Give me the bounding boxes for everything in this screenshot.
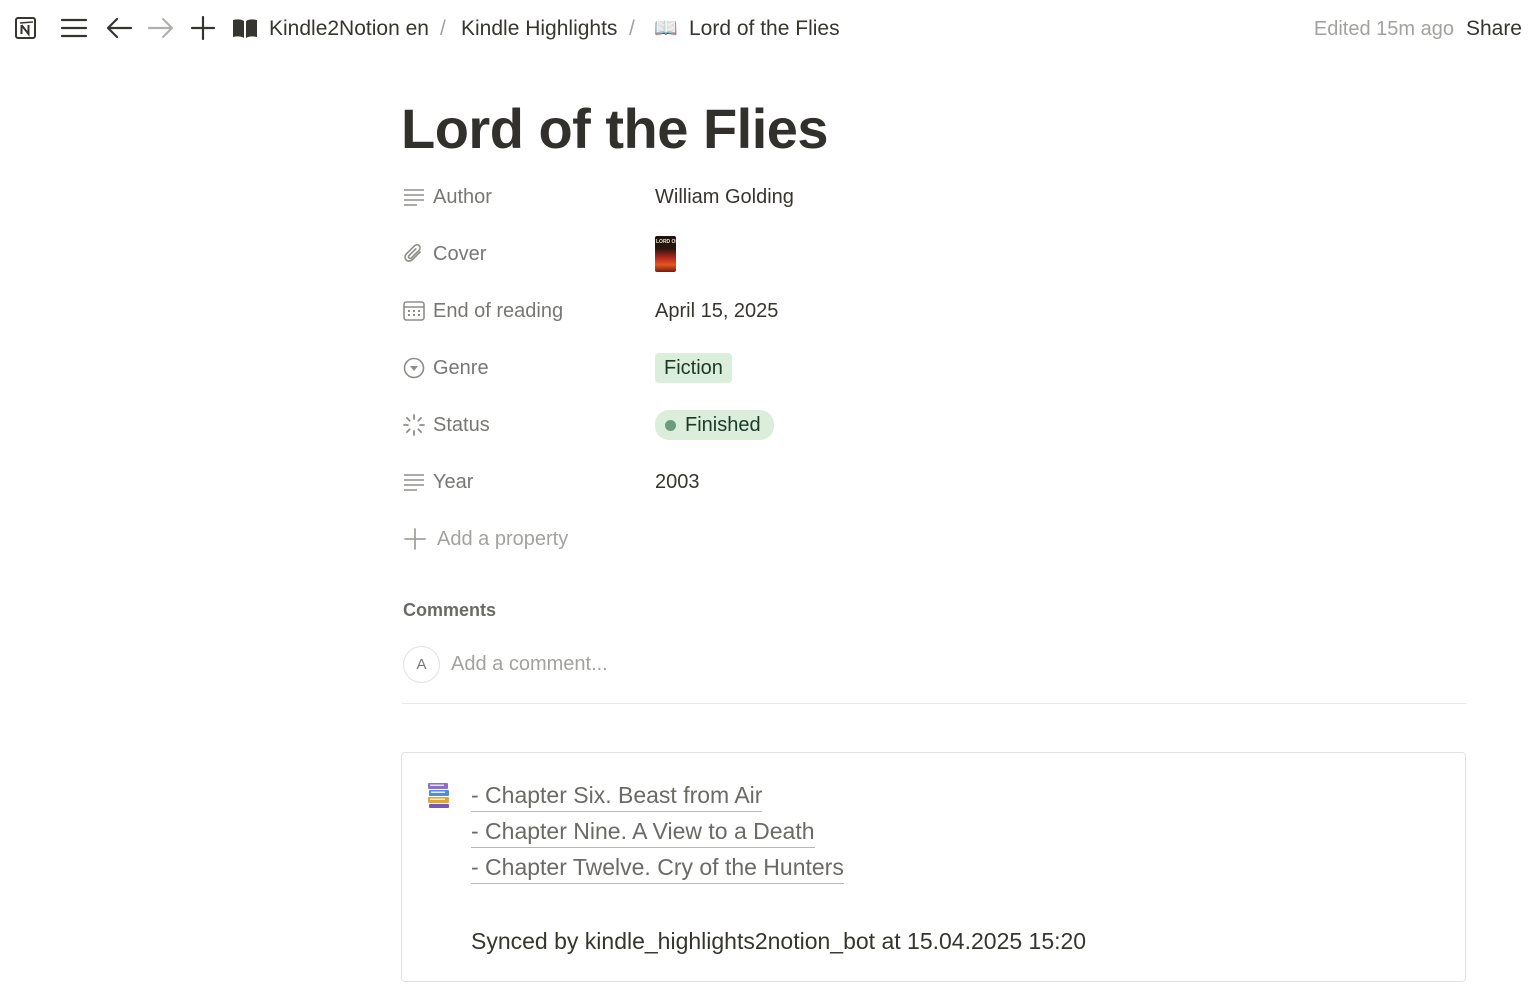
- property-value-year[interactable]: 2003: [655, 462, 700, 502]
- property-name-status[interactable]: Status: [401, 405, 655, 445]
- divider: [402, 703, 1466, 704]
- property-label: Cover: [433, 242, 487, 265]
- calendar-icon: [401, 298, 427, 324]
- plus-icon[interactable]: [189, 14, 217, 42]
- property-value-status[interactable]: Finished: [655, 405, 774, 445]
- add-property-label: Add a property: [437, 527, 569, 550]
- property-value-genre[interactable]: Fiction: [655, 348, 732, 388]
- property-row-end-of-reading: End of reading April 15, 2025: [401, 291, 1401, 331]
- property-row-cover: Cover LORD OF THE FLIES: [401, 234, 1401, 274]
- property-row-genre: Genre Fiction: [401, 348, 1401, 388]
- breadcrumb-workspace[interactable]: Kindle2Notion en: [269, 15, 429, 43]
- property-label: Author: [433, 185, 492, 208]
- add-property-button[interactable]: Add a property: [401, 522, 568, 556]
- status-label: Finished: [685, 414, 761, 436]
- open-book-icon: 📖: [654, 18, 678, 39]
- status-badge[interactable]: Finished: [655, 410, 774, 440]
- text-lines-icon: [401, 184, 427, 210]
- book-icon: [231, 14, 259, 42]
- chapter-list: - Chapter Six. Beast from Air - Chapter …: [471, 779, 844, 887]
- status-dot-icon: [665, 419, 676, 431]
- edited-timestamp: Edited 15m ago: [1313, 18, 1454, 40]
- back-arrow-icon[interactable]: [105, 14, 133, 42]
- status-spinner-icon: [401, 412, 427, 438]
- comment-input[interactable]: Add a comment...: [451, 653, 608, 676]
- property-name-end-of-reading[interactable]: End of reading: [401, 291, 655, 331]
- select-circle-icon: [401, 355, 427, 381]
- property-name-year[interactable]: Year: [401, 462, 655, 502]
- share-button[interactable]: Share: [1466, 15, 1522, 43]
- property-name-author[interactable]: Author: [401, 177, 655, 217]
- chapter-link[interactable]: - Chapter Nine. A View to a Death: [471, 815, 815, 848]
- property-value-author[interactable]: William Golding: [655, 177, 794, 217]
- books-stack-icon[interactable]: [426, 781, 452, 809]
- property-label: Status: [433, 413, 490, 436]
- cover-thumb-text: LORD OF THE FLIES: [656, 239, 676, 245]
- genre-tag[interactable]: Fiction: [655, 353, 732, 383]
- forward-arrow-icon[interactable]: [147, 14, 175, 42]
- book-cover-thumbnail[interactable]: LORD OF THE FLIES: [655, 236, 676, 272]
- page-title[interactable]: Lord of the Flies: [401, 94, 829, 164]
- avatar: A: [403, 645, 440, 683]
- breadcrumb-separator: /: [440, 17, 446, 40]
- breadcrumb-separator: /: [629, 17, 635, 40]
- notion-logo-icon[interactable]: [12, 14, 40, 42]
- text-lines-icon: [401, 469, 427, 495]
- chapter-link[interactable]: - Chapter Six. Beast from Air: [471, 779, 763, 812]
- property-label: Year: [433, 470, 474, 493]
- callout-block[interactable]: - Chapter Six. Beast from Air - Chapter …: [401, 752, 1466, 982]
- comments-heading: Comments: [403, 600, 497, 620]
- property-label: End of reading: [433, 299, 564, 322]
- plus-icon: [401, 525, 429, 553]
- menu-icon[interactable]: [60, 14, 88, 42]
- property-row-author: Author William Golding: [401, 177, 1401, 217]
- sync-status-text: Synced by kindle_highlights2notion_bot a…: [471, 928, 1087, 954]
- property-row-year: Year 2003: [401, 462, 1401, 502]
- chapter-link[interactable]: - Chapter Twelve. Cry of the Hunters: [471, 851, 844, 884]
- property-value-cover[interactable]: LORD OF THE FLIES: [655, 234, 676, 274]
- property-name-cover[interactable]: Cover: [401, 234, 655, 274]
- property-name-genre[interactable]: Genre: [401, 348, 655, 388]
- breadcrumb-current-page[interactable]: Lord of the Flies: [689, 15, 840, 43]
- property-value-end-of-reading[interactable]: April 15, 2025: [655, 291, 778, 331]
- paperclip-icon: [401, 241, 427, 267]
- property-label: Genre: [433, 356, 489, 379]
- top-bar: Kindle2Notion en / Kindle Highlights / 📖…: [0, 0, 1540, 58]
- property-row-status: Status Finished: [401, 405, 1401, 445]
- breadcrumb-database[interactable]: Kindle Highlights: [461, 15, 617, 43]
- comment-input-row[interactable]: A Add a comment...: [403, 645, 608, 683]
